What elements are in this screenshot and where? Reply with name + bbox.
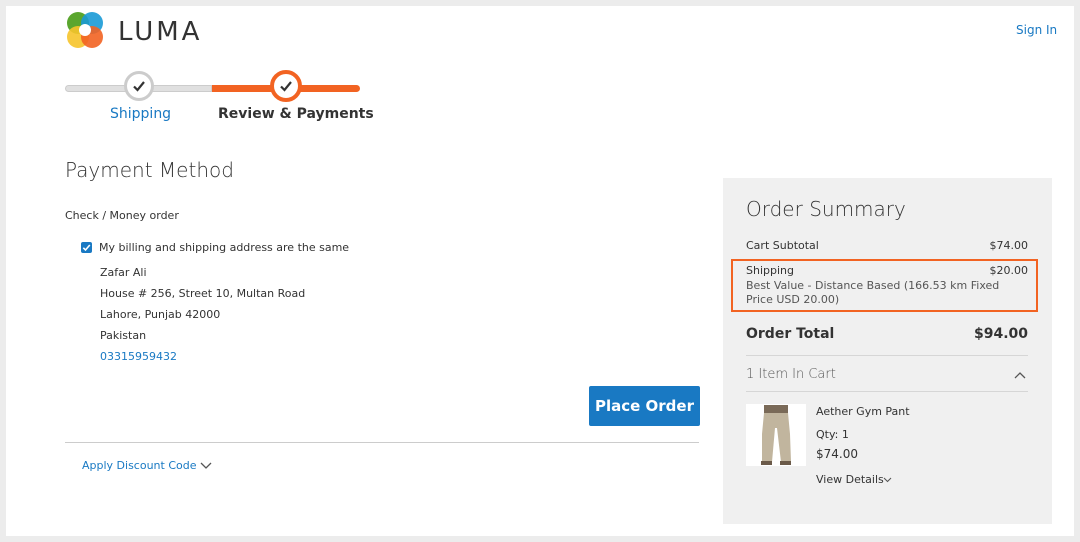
product-price: $74.00: [816, 447, 858, 461]
chevron-down-icon: [200, 462, 212, 469]
sign-in-link[interactable]: Sign In: [1016, 23, 1057, 37]
checkbox-checked-icon[interactable]: [81, 242, 92, 253]
shipping-method-line2: Price USD 20.00): [746, 293, 840, 306]
shipping-value: $20.00: [989, 264, 1029, 277]
same-address-label: My billing and shipping address are the …: [99, 241, 350, 254]
items-in-cart-toggle[interactable]: 1 Item In Cart: [746, 367, 1028, 387]
subtotal-value: $74.00: [989, 239, 1029, 252]
order-summary-title: Order Summary: [746, 197, 906, 221]
step-shipping-label[interactable]: Shipping: [110, 106, 171, 122]
summary-divider-items: [746, 391, 1028, 392]
view-details-label: View Details: [816, 473, 884, 486]
items-in-cart-label: 1 Item In Cart: [746, 367, 836, 382]
pant-image-icon: [761, 405, 791, 465]
step-review-indicator: [270, 70, 302, 102]
billing-address: Zafar Ali House # 256, Street 10, Multan…: [100, 262, 305, 367]
payment-divider: [65, 442, 699, 443]
shipping-label: Shipping: [746, 264, 794, 277]
check-icon: [133, 81, 145, 92]
payment-method-title: Payment Method: [65, 158, 234, 182]
shipping-method: Best Value - Distance Based (166.53 km F…: [746, 279, 1000, 307]
shipping-method-line1: Best Value - Distance Based (166.53 km F…: [746, 279, 1000, 292]
step-shipping-indicator: [124, 71, 154, 101]
cart-item: Aether Gym Pant Qty: 1 $74.00 View Detai…: [746, 404, 1028, 504]
chevron-up-icon: [1014, 372, 1026, 379]
address-phone[interactable]: 03315959432: [100, 346, 305, 367]
apply-discount-toggle[interactable]: Apply Discount Code: [82, 459, 222, 475]
product-qty: Qty: 1: [816, 428, 849, 441]
product-name: Aether Gym Pant: [816, 405, 910, 418]
view-details-toggle[interactable]: View Details: [816, 473, 906, 487]
address-street: House # 256, Street 10, Multan Road: [100, 287, 306, 300]
step-review-label: Review & Payments: [218, 106, 374, 122]
address-name: Zafar Ali: [100, 266, 147, 279]
order-total-value: $94.00: [973, 326, 1028, 342]
summary-divider-top: [746, 355, 1028, 356]
payment-method-name[interactable]: Check / Money order: [65, 209, 179, 222]
address-country: Pakistan: [100, 329, 147, 342]
order-total-label: Order Total: [746, 326, 835, 342]
apply-discount-label: Apply Discount Code: [82, 459, 197, 472]
order-summary-panel: Order Summary Cart Subtotal $74.00 Shipp…: [723, 178, 1052, 524]
subtotal-label: Cart Subtotal: [746, 239, 819, 252]
address-city: Lahore, Punjab 42000: [100, 308, 221, 321]
product-thumbnail[interactable]: [746, 404, 806, 466]
place-order-button[interactable]: Place Order: [589, 386, 700, 426]
checkout-page: LUMA Sign In Shipping Review & Payments …: [6, 6, 1074, 536]
check-icon: [280, 81, 292, 92]
luma-logo-icon: [67, 12, 103, 48]
luma-logo[interactable]: LUMA: [65, 10, 205, 50]
chevron-down-icon: [883, 477, 892, 483]
brand-name: LUMA: [118, 17, 203, 47]
